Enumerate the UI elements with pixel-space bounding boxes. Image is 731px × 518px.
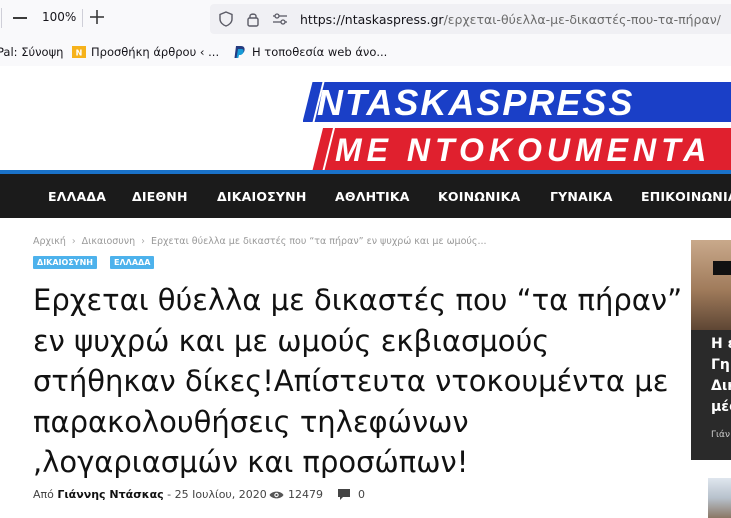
zoom-out-button[interactable]	[13, 17, 27, 19]
bookmark-item[interactable]: Προσθήκη άρθρου ‹ ...	[91, 45, 219, 59]
toolbar-separator	[82, 9, 83, 27]
bookmark-label: Pal: Σύνοψη	[0, 45, 64, 59]
sidebar-card-title-line: μέσ	[711, 399, 731, 415]
bookmark-label: Η τοποθεσία web άνο...	[252, 45, 388, 59]
author-link[interactable]: Γιάννης Ντάσκας	[57, 488, 163, 501]
permissions-icon[interactable]	[272, 12, 288, 26]
views-eye-icon	[269, 491, 284, 499]
bookmark-favicon-icon: N	[72, 46, 86, 58]
site-logo[interactable]: NTASKASPRESS ME NTOKOUMENTA	[303, 80, 731, 175]
breadcrumb-chevron-icon: ›	[71, 236, 76, 247]
breadcrumb-chevron-icon: ›	[141, 236, 145, 247]
article-headline: Ερχεται θύελλα με δικαστές που “τα πήραν…	[33, 280, 693, 483]
sidebar-card-image	[691, 240, 731, 330]
sidebar-card-tag	[713, 261, 731, 275]
site-header: NTASKASPRESS ME NTOKOUMENTA	[0, 66, 731, 174]
nav-item-gynaika[interactable]: ΓΥΝΑΙΚΑ	[550, 189, 613, 204]
breadcrumb-home[interactable]: Αρχική	[33, 236, 66, 247]
category-tag-dikaiosyni[interactable]: ΔΙΚΑΙΟΣΥΝΗ	[33, 256, 97, 269]
headline-line: στήθηκαν δίκες!Απίστευτα ντοκουμέντα με	[33, 364, 669, 398]
headline-line: εν ψυχρώ και με ωμούς εκβιασμούς	[33, 323, 550, 358]
sidebar-card-title-line: Δικ	[711, 378, 731, 394]
headline-line: ,λογαριασμών και προσώπων!	[33, 445, 469, 479]
browser-toolbar: 100% https://ntaskaspress.gr/ερχεται-θύε…	[0, 0, 731, 38]
sidebar-card-title-line: Γη	[711, 357, 730, 373]
category-tag-ellada[interactable]: ΕΛΛΑΔΑ	[110, 256, 155, 269]
logo-top-text: NTASKASPRESS	[317, 82, 634, 123]
breadcrumb-category[interactable]: Δικαιοσυνη	[82, 236, 135, 247]
nav-item-athlitika[interactable]: ΑΘΛΗΤΙΚΑ	[335, 189, 410, 204]
bookmarks-bar: Pal: Σύνοψη N Προσθήκη άρθρου ‹ ... Η το…	[0, 38, 731, 67]
nav-item-diethni[interactable]: ΔΙΕΘΝΗ	[132, 189, 188, 204]
meta-separator: -	[167, 488, 172, 501]
publish-date: 25 Ιουλίου, 2020	[174, 488, 267, 501]
views-count: 12479	[288, 488, 323, 501]
main-navigation: ΕΛΛΑΔΑ ΔΙΕΘΝΗ ΔΙΚΑΙΟΣΥΝΗ ΑΘΛΗΤΙΚΑ ΚΟΙΝΩΝ…	[0, 174, 731, 218]
bookmark-label: Προσθήκη άρθρου ‹ ...	[91, 45, 220, 59]
zoom-level[interactable]: 100%	[42, 10, 76, 24]
headline-line: παρακολουθήσεις τηλεφώνων	[33, 404, 469, 439]
nav-item-koinonika[interactable]: ΚΟΙΝΩΝΙΚΑ	[438, 189, 520, 204]
sidebar-card-title-line: Η ε	[711, 336, 731, 352]
nav-item-epikoinonia[interactable]: ΕΠΙΚΟΙΝΩΝΙΑ	[641, 189, 731, 204]
url-path: /ερχεται-θύελλα-με-δικαστές-που-τα-πήραν…	[443, 12, 721, 27]
breadcrumb-current: Ερχεται θύελλα με δικαστές που “τα πήραν…	[150, 236, 487, 247]
by-prefix: Από	[33, 488, 54, 501]
breadcrumb: Αρχική › Δικαιοσυνη › Ερχεται θύελλα με δικα…	[33, 236, 487, 247]
sidebar-featured-card[interactable]: Η ε Γη Δικ μέσ Γιάν	[691, 240, 731, 460]
bookmark-item[interactable]: Pal: Σύνοψη	[0, 45, 63, 59]
svg-text:N: N	[76, 49, 83, 58]
sidebar-thumbnail-image[interactable]	[708, 478, 731, 518]
tracking-protection-shield-icon[interactable]	[218, 11, 234, 27]
article-meta: Από Γιάννης Ντάσκας - 25 Ιουλίου, 2020	[33, 488, 267, 501]
toolbar-separator	[1, 8, 2, 28]
comments-count[interactable]: 0	[358, 488, 365, 501]
sidebar-card-byline: Γιάν	[711, 430, 731, 440]
padlock-icon[interactable]	[246, 11, 260, 27]
logo-bottom-text: ME NTOKOUMENTA	[335, 132, 711, 168]
nav-item-dikaiosyni[interactable]: ΔΙΚΑΙΟΣΥΝΗ	[217, 189, 306, 204]
url-text[interactable]: https://ntaskaspress.gr/ερχεται-θύελλα-μ…	[300, 12, 721, 27]
nav-item-ellada[interactable]: ΕΛΛΑΔΑ	[48, 189, 106, 204]
headline-line: Ερχεται θύελλα με δικαστές που “τα πήραν…	[33, 283, 683, 317]
bookmark-item[interactable]: Η τοποθεσία web άνο...	[252, 45, 387, 59]
paypal-favicon-icon	[234, 46, 245, 58]
comments-icon[interactable]	[338, 489, 351, 500]
zoom-in-button[interactable]	[88, 8, 106, 26]
url-host: https://ntaskaspress.gr	[300, 12, 444, 27]
address-bar[interactable]: https://ntaskaspress.gr/ερχεται-θύελλα-μ…	[210, 4, 731, 34]
